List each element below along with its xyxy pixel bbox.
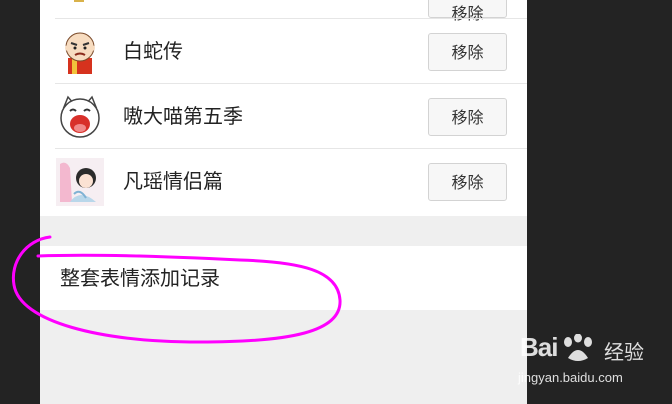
list-item: 凡瑶情侣篇 移除 bbox=[40, 149, 527, 214]
remove-button[interactable]: 移除 bbox=[428, 33, 507, 71]
remove-button[interactable]: 移除 bbox=[428, 163, 507, 201]
laughing-cat-sticker-icon bbox=[60, 95, 100, 138]
sticker-title: 嗷大喵第五季 bbox=[123, 104, 243, 128]
watermark-cn: 经验 bbox=[604, 340, 644, 364]
list-item: 移除 bbox=[40, 0, 527, 23]
remove-button[interactable]: 移除 bbox=[428, 0, 507, 23]
phone-screen: 移除 白蛇传 移除 嗷大喵第五季 移除 凡瑶情侣篇 移除 整套表情添加记录 bbox=[40, 0, 527, 404]
sticker-list: 移除 白蛇传 移除 嗷大喵第五季 移除 凡瑶情侣篇 移除 bbox=[40, 0, 527, 216]
sticker-add-record-label: 整套表情添加记录 bbox=[60, 266, 220, 290]
remove-button[interactable]: 移除 bbox=[428, 98, 507, 136]
watermark-brand: Bai bbox=[520, 332, 558, 362]
list-item: 嗷大喵第五季 移除 bbox=[40, 84, 527, 149]
watermark-url: jingyan.baidu.com bbox=[518, 370, 623, 385]
sticker-title: 凡瑶情侣篇 bbox=[123, 169, 223, 193]
baidu-jingyan-watermark: Bai 经验 jingyan.baidu.com bbox=[514, 332, 664, 392]
paw-icon bbox=[564, 334, 592, 361]
sticker-partial-icon bbox=[74, 0, 84, 2]
bald-monk-sticker-icon bbox=[65, 32, 95, 74]
sticker-add-record-entry[interactable]: 整套表情添加记录 bbox=[40, 246, 527, 310]
list-item: 白蛇传 移除 bbox=[40, 19, 527, 84]
sticker-title: 白蛇传 bbox=[123, 39, 183, 63]
couple-sticker-icon bbox=[56, 158, 104, 206]
